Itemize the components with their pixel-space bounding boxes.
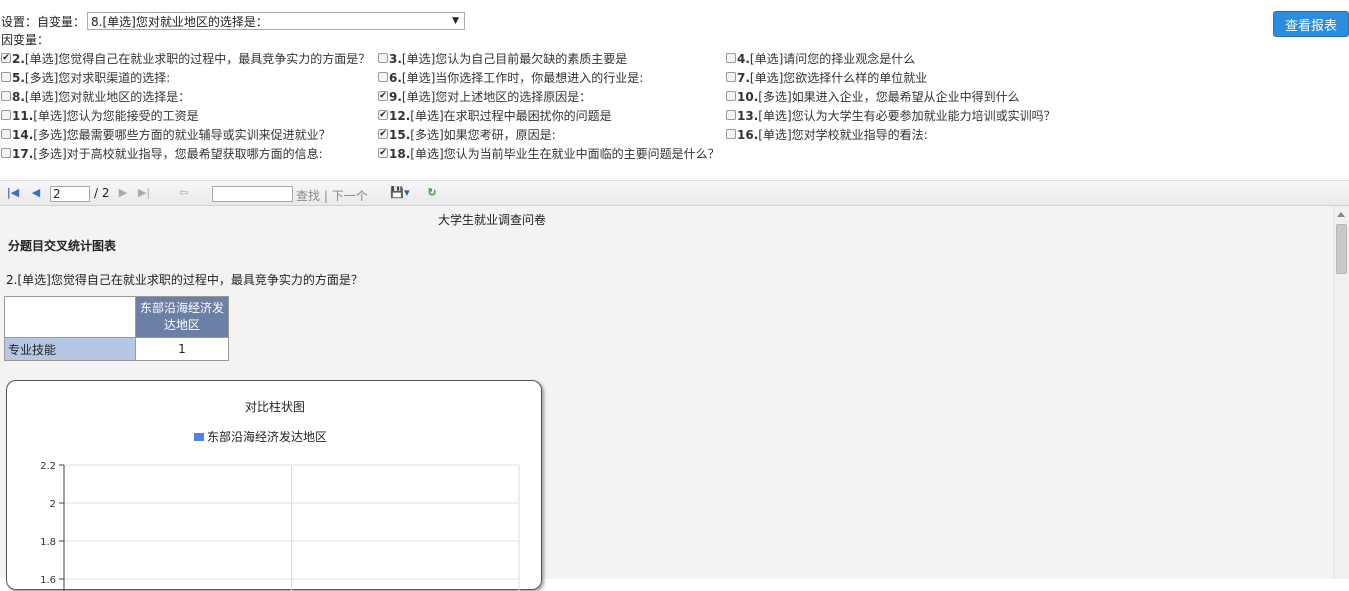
report-title: 大学生就业调查问卷 (438, 213, 547, 227)
vertical-scrollbar[interactable] (1333, 206, 1349, 579)
y-tick-label: 1.8 (40, 537, 56, 548)
question-option-17[interactable]: 17.[多选]对于高校就业指导，您最希望获取哪方面的信息: (1, 144, 323, 162)
question-option-11[interactable]: 11.[单选]您认为您能接受的工资是 (1, 106, 199, 124)
checkbox[interactable] (1, 148, 11, 158)
question-text: 13.[单选]您认为大学生有必要参加就业能力培训或实训吗？ (737, 108, 1056, 123)
checkbox[interactable] (1, 110, 11, 120)
column-header: 东部沿海经济发达地区 (135, 296, 229, 338)
dependent-variable-label: 因变量： (1, 33, 50, 47)
last-page-icon[interactable]: ▶| (137, 186, 151, 200)
scrollbar-thumb[interactable] (1336, 224, 1347, 274)
question-option-8[interactable]: 8.[单选]您对就业地区的选择是： (1, 87, 190, 105)
checkbox[interactable] (1, 91, 11, 101)
question-option-14[interactable]: 14.[多选]您最需要哪些方面的就业辅导或实训来促进就业？ (1, 125, 331, 143)
report-viewer: 大学生就业调查问卷 分题目交叉统计图表 2.[单选]您觉得自己在就业求职的过程中… (0, 206, 1333, 591)
question-option-10[interactable]: 10.[多选]如果进入企业，您最希望从企业中得到什么 (726, 87, 1020, 105)
question-text: 14.[多选]您最需要哪些方面的就业辅导或实训来促进就业？ (12, 127, 331, 142)
question-option-6[interactable]: 6.[单选]当你选择工作时，你最想进入的行业是: (378, 68, 643, 86)
question-text: 11.[单选]您认为您能接受的工资是 (12, 108, 199, 123)
question-option-18[interactable]: ✔ 18.[单选]您认为当前毕业生在就业中面临的主要问题是什么？ (378, 144, 720, 162)
checkbox[interactable] (726, 72, 736, 82)
question-text: 7.[单选]您欲选择什么样的单位就业 (737, 70, 928, 85)
checkbox[interactable] (726, 53, 736, 63)
independent-variable-select[interactable]: 8.[单选]您对就业地区的选择是： ▼ (87, 12, 466, 30)
view-report-button[interactable]: 查看报表 (1273, 11, 1349, 37)
table-row: 专业技能 1 (4, 337, 229, 361)
question-text: 9.[单选]您对上述地区的选择原因是： (389, 89, 592, 104)
checkbox[interactable] (1, 129, 11, 139)
table-cell: 1 (135, 337, 229, 361)
section-title: 分题目交叉统计图表 (8, 239, 117, 253)
next-page-icon[interactable]: ▶ (116, 186, 130, 200)
find-input[interactable] (212, 186, 293, 202)
question-option-5[interactable]: 5.[多选]您对求职渠道的选择: (1, 68, 170, 86)
question-text: 18.[单选]您认为当前毕业生在就业中面临的主要问题是什么？ (389, 146, 720, 161)
question-text: 4.[单选]请问您的择业观念是什么 (737, 51, 916, 66)
checkbox[interactable] (378, 72, 388, 82)
question-option-15[interactable]: ✔ 15.[多选]如果您考研，原因是: (378, 125, 556, 143)
independent-variable-value: 8.[单选]您对就业地区的选择是： (91, 14, 268, 29)
refresh-icon[interactable]: ↻ (425, 186, 439, 200)
page-total: / 2 (94, 186, 110, 200)
question-option-16[interactable]: 16.[单选]您对学校就业指导的看法: (726, 125, 928, 143)
chart-panel: 对比柱状图 东部沿海经济发达地区 2.2 2 1.8 1.6 (6, 380, 542, 591)
checkbox[interactable] (726, 110, 736, 120)
table-header-row: 东部沿海经济发达地区 (4, 296, 229, 338)
question-option-2[interactable]: ✔ 2.[单选]您觉得自己在就业求职的过程中，最具竞争实力的方面是？ (1, 49, 370, 67)
question-text: 3.[单选]您认为自己目前最欠缺的素质主要是 (389, 51, 628, 66)
dropdown-arrow-icon[interactable]: ▼ (452, 16, 459, 26)
question-text: 12.[单选]在求职过程中最困扰你的问题是 (389, 108, 612, 123)
question-option-3[interactable]: 3.[单选]您认为自己目前最欠缺的素质主要是 (378, 49, 627, 67)
question-text: 8.[单选]您对就业地区的选择是： (12, 89, 191, 104)
y-tick-label: 1.6 (40, 575, 56, 586)
scroll-up-icon[interactable] (1337, 212, 1345, 217)
checkbox[interactable]: ✔ (378, 129, 388, 139)
question-text: 10.[多选]如果进入企业，您最希望从企业中得到什么 (737, 89, 1020, 104)
first-page-icon[interactable]: |◀ (6, 186, 20, 200)
find-button[interactable]: 查找 (296, 189, 320, 203)
checkbox[interactable]: ✔ (378, 148, 388, 158)
independent-variable-row: 设置：自变量： 8.[单选]您对就业地区的选择是： ▼ (1, 11, 466, 31)
checkbox[interactable] (726, 91, 736, 101)
question-text: 6.[单选]当你选择工作时，你最想进入的行业是: (389, 70, 644, 85)
back-icon[interactable]: ⇦ (177, 186, 191, 200)
checkbox[interactable] (1, 72, 11, 82)
page-number-input[interactable]: 2 (50, 186, 90, 202)
find-next-button[interactable]: | 下一个 (324, 189, 368, 203)
table-corner-cell (4, 296, 136, 338)
checkbox[interactable]: ✔ (1, 53, 11, 63)
save-icon[interactable]: 💾▾ (389, 186, 411, 200)
question-option-13[interactable]: 13.[单选]您认为大学生有必要参加就业能力培训或实训吗？ (726, 106, 1056, 124)
find-controls: 查找 | 下一个 (296, 187, 368, 204)
settings-label: 设置：自变量： (1, 14, 86, 29)
question-text: 15.[多选]如果您考研，原因是: (389, 127, 556, 142)
question-text: 16.[单选]您对学校就业指导的看法: (737, 127, 928, 142)
prev-page-icon[interactable]: ◀ (29, 186, 43, 200)
checkbox[interactable]: ✔ (378, 110, 388, 120)
bar-chart-plot: 2.2 2 1.8 1.6 (40, 461, 520, 591)
question-option-12[interactable]: ✔ 12.[单选]在求职过程中最困扰你的问题是 (378, 106, 612, 124)
checkbox[interactable]: ✔ (378, 91, 388, 101)
question-title: 2.[单选]您觉得自己在就业求职的过程中，最具竞争实力的方面是？ (6, 273, 363, 287)
y-tick-label: 2.2 (40, 461, 56, 472)
question-option-4[interactable]: 4.[单选]请问您的择业观念是什么 (726, 49, 915, 67)
row-header: 专业技能 (4, 337, 136, 361)
crosstab-table: 东部沿海经济发达地区 专业技能 1 (4, 296, 229, 361)
checkbox[interactable] (726, 129, 736, 139)
question-option-7[interactable]: 7.[单选]您欲选择什么样的单位就业 (726, 68, 927, 86)
report-toolbar: |◀ ◀ 2 / 2 ▶ ▶| ⇦ 查找 | 下一个 💾▾ ↻ (0, 180, 1349, 206)
question-text: 17.[多选]对于高校就业指导，您最希望获取哪方面的信息: (12, 146, 323, 161)
question-text: 2.[单选]您觉得自己在就业求职的过程中，最具竞争实力的方面是？ (12, 51, 371, 66)
question-text: 5.[多选]您对求职渠道的选择: (12, 70, 171, 85)
checkbox[interactable] (378, 53, 388, 63)
question-option-9[interactable]: ✔ 9.[单选]您对上述地区的选择原因是： (378, 87, 591, 105)
y-tick-label: 2 (50, 499, 56, 510)
